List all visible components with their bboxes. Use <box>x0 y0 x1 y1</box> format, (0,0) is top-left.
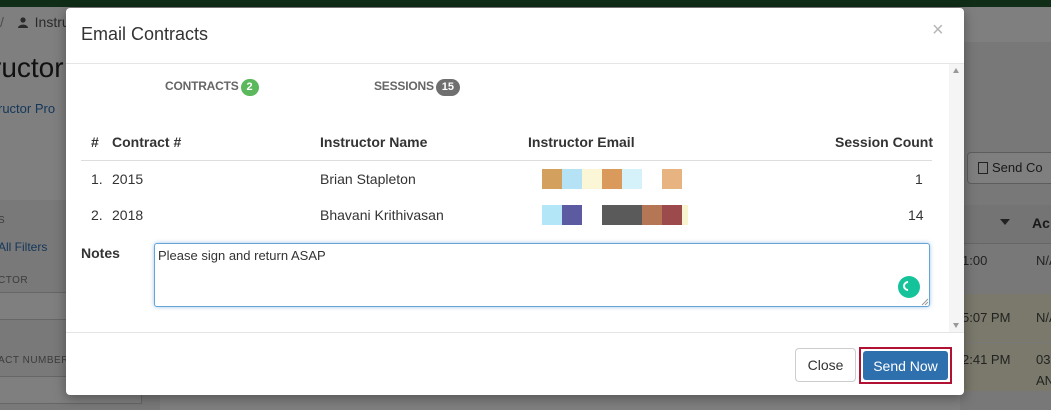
sessions-count-badge: 15 <box>435 79 461 96</box>
notes-label: Notes <box>81 245 120 261</box>
row-number: 2. <box>91 207 103 223</box>
column-header-contract: Contract # <box>112 134 182 150</box>
send-now-highlight: Send Now <box>859 347 952 384</box>
column-header-instructor-email: Instructor Email <box>528 134 635 150</box>
column-header-instructor-name: Instructor Name <box>320 134 428 150</box>
tab-sessions[interactable]: SESSIONS 15 <box>374 79 461 96</box>
modal-body: CONTRACTS 2 SESSIONS 15 # Contract # Instr… <box>66 64 964 332</box>
session-count: 1 <box>915 171 923 187</box>
scroll-up-arrow-icon[interactable] <box>953 68 959 73</box>
modal-footer: Close Send Now <box>66 332 964 395</box>
modal-header: Email Contracts × <box>66 8 964 64</box>
scroll-down-arrow-icon[interactable] <box>953 323 959 328</box>
instructor-name: Brian Stapleton <box>320 171 416 187</box>
modal-scrollbar[interactable] <box>949 64 964 332</box>
contracts-count-badge: 2 <box>240 79 259 96</box>
instructor-name: Bhavani Krithivasan <box>320 207 444 223</box>
table-header-divider <box>81 160 932 161</box>
grammarly-icon[interactable] <box>898 276 920 298</box>
tab-label: CONTRACTS <box>165 79 239 93</box>
session-count: 14 <box>908 207 924 223</box>
modal-title: Email Contracts <box>81 24 209 44</box>
contract-number: 2018 <box>112 207 144 223</box>
row-number: 1. <box>91 171 103 187</box>
column-header-session-count: Session Count <box>835 134 934 150</box>
close-icon[interactable]: × <box>932 20 944 40</box>
email-contracts-modal: Email Contracts × CONTRACTS 2 SESSIONS 15 … <box>66 8 964 395</box>
contract-number: 2015 <box>112 171 144 187</box>
tab-contracts[interactable]: CONTRACTS 2 <box>165 79 259 96</box>
send-now-button[interactable]: Send Now <box>863 351 948 380</box>
notes-textarea[interactable] <box>154 243 930 307</box>
close-button[interactable]: Close <box>795 348 856 382</box>
tab-label: SESSIONS <box>374 79 434 93</box>
column-header-number: # <box>91 134 99 150</box>
resize-handle-icon[interactable] <box>921 298 929 306</box>
